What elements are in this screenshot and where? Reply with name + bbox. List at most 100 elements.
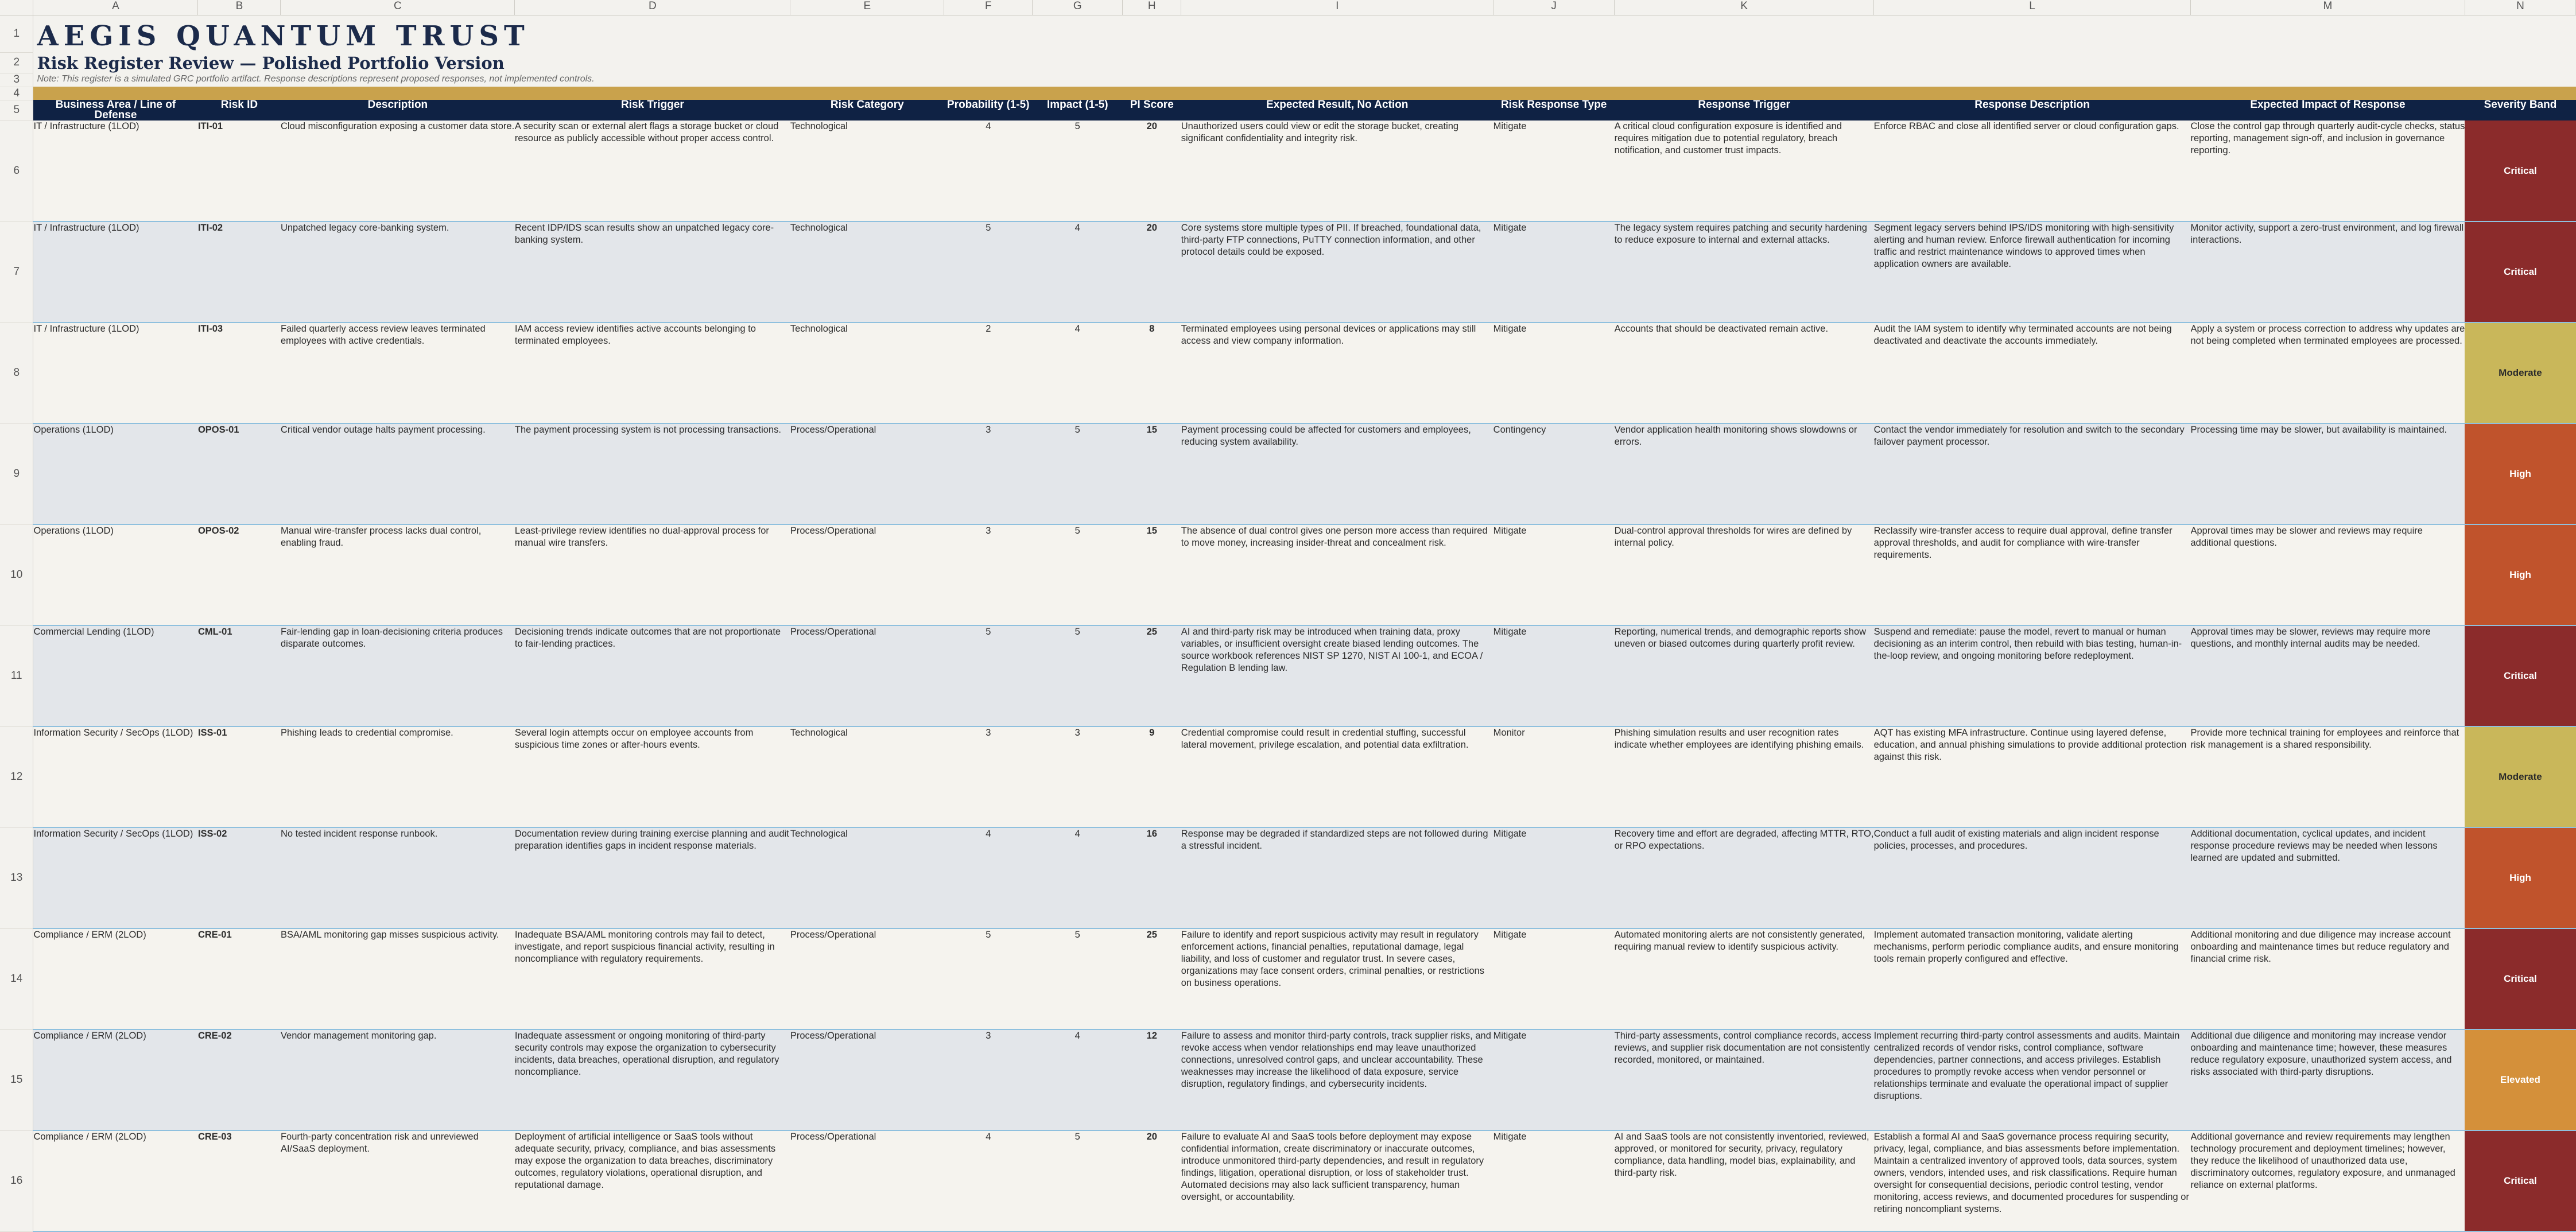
- row-number[interactable]: 5: [0, 100, 34, 121]
- row-number[interactable]: 15: [0, 1029, 34, 1131]
- row-number[interactable]: 9: [0, 423, 34, 525]
- cell-pi-score[interactable]: 20: [1122, 1130, 1181, 1232]
- header-response-trigger[interactable]: Response Trigger: [1614, 100, 1875, 121]
- cell-expected-impact[interactable]: Provide more technical training for empl…: [2190, 726, 2465, 828]
- cell-expected-impact[interactable]: Additional monitoring and due diligence …: [2190, 928, 2465, 1030]
- cell-response-type[interactable]: Mitigate: [1493, 524, 1615, 626]
- cell-impact[interactable]: 4: [1032, 1029, 1123, 1131]
- cell-response-type[interactable]: Mitigate: [1493, 928, 1615, 1030]
- cell-response-trigger[interactable]: A critical cloud configuration exposure …: [1614, 121, 1874, 222]
- cell-response-description[interactable]: Conduct a full audit of existing materia…: [1873, 827, 2191, 929]
- header-expected-result[interactable]: Expected Result, No Action: [1181, 100, 1494, 121]
- cell-risk-id[interactable]: ITI-01: [197, 121, 281, 222]
- cell-expected-result[interactable]: Response may be degraded if standardized…: [1181, 827, 1493, 929]
- cell-description[interactable]: Cloud misconfiguration exposing a custom…: [280, 121, 515, 222]
- cell-expected-impact[interactable]: Approval times may be slower, reviews ma…: [2190, 625, 2465, 727]
- cell-risk-category[interactable]: Technological: [790, 726, 944, 828]
- cell-expected-result[interactable]: Failure to evaluate AI and SaaS tools be…: [1181, 1130, 1493, 1232]
- column-header-d[interactable]: D: [514, 0, 791, 15]
- cell-business-area[interactable]: Operations (1LOD): [33, 524, 198, 626]
- row-number[interactable]: 4: [0, 87, 34, 100]
- cell-response-type[interactable]: Mitigate: [1493, 121, 1615, 222]
- gold-divider-band[interactable]: [33, 87, 2576, 100]
- cell-response-trigger[interactable]: Third-party assessments, control complia…: [1614, 1029, 1874, 1131]
- cell-response-description[interactable]: Implement automated transaction monitori…: [1873, 928, 2191, 1030]
- cell-pi-score[interactable]: 15: [1122, 524, 1181, 626]
- cell-pi-score[interactable]: 25: [1122, 625, 1181, 727]
- cell-description[interactable]: Vendor management monitoring gap.: [280, 1029, 515, 1131]
- header-description[interactable]: Description: [280, 100, 515, 121]
- cell-risk-trigger[interactable]: Least-privilege review identifies no dua…: [514, 524, 790, 626]
- cell-impact[interactable]: 5: [1032, 1130, 1123, 1232]
- cell-risk-trigger[interactable]: Inadequate assessment or ongoing monitor…: [514, 1029, 790, 1131]
- cell-response-description[interactable]: Contact the vendor immediately for resol…: [1873, 423, 2191, 525]
- cell-response-trigger[interactable]: Recovery time and effort are degraded, a…: [1614, 827, 1874, 929]
- cell-impact[interactable]: 5: [1032, 625, 1123, 727]
- cell-risk-id[interactable]: OPOS-01: [197, 423, 281, 525]
- header-risk-id[interactable]: Risk ID: [197, 100, 281, 121]
- cell-risk-trigger[interactable]: Deployment of artificial intelligence or…: [514, 1130, 790, 1232]
- cell-risk-category[interactable]: Technological: [790, 322, 944, 424]
- cell-risk-category[interactable]: Process/Operational: [790, 1130, 944, 1232]
- cell-expected-result[interactable]: Payment processing could be affected for…: [1181, 423, 1493, 525]
- row-number[interactable]: 10: [0, 524, 34, 626]
- cell-description[interactable]: Failed quarterly access review leaves te…: [280, 322, 515, 424]
- cell-severity-band[interactable]: Moderate: [2465, 322, 2576, 424]
- cell-expected-impact[interactable]: Monitor activity, support a zero-trust e…: [2190, 221, 2465, 323]
- cell-expected-result[interactable]: AI and third-party risk may be introduce…: [1181, 625, 1493, 727]
- column-header-j[interactable]: J: [1493, 0, 1615, 15]
- cell-impact[interactable]: 5: [1032, 928, 1123, 1030]
- cell-response-description[interactable]: Implement recurring third-party control …: [1873, 1029, 2191, 1131]
- cell-response-type[interactable]: Contingency: [1493, 423, 1615, 525]
- cell-expected-result[interactable]: Credential compromise could result in cr…: [1181, 726, 1493, 828]
- column-header-f[interactable]: F: [944, 0, 1033, 15]
- cell-expected-result[interactable]: Terminated employees using personal devi…: [1181, 322, 1493, 424]
- cell-expected-result[interactable]: Failure to identify and report suspiciou…: [1181, 928, 1493, 1030]
- row-number[interactable]: 6: [0, 121, 34, 222]
- cell-expected-impact[interactable]: Additional governance and review require…: [2190, 1130, 2465, 1232]
- cell-business-area[interactable]: Operations (1LOD): [33, 423, 198, 525]
- cell-risk-id[interactable]: CML-01: [197, 625, 281, 727]
- cell-impact[interactable]: 5: [1032, 423, 1123, 525]
- cell-risk-category[interactable]: Process/Operational: [790, 625, 944, 727]
- cell-risk-category[interactable]: Technological: [790, 121, 944, 222]
- header-pi-score[interactable]: PI Score: [1122, 100, 1182, 121]
- row-number[interactable]: 16: [0, 1130, 34, 1232]
- row-number[interactable]: 2: [0, 52, 34, 73]
- cell-business-area[interactable]: Compliance / ERM (2LOD): [33, 928, 198, 1030]
- cell-risk-category[interactable]: Process/Operational: [790, 1029, 944, 1131]
- cell-impact[interactable]: 3: [1032, 726, 1123, 828]
- cell-risk-id[interactable]: OPOS-02: [197, 524, 281, 626]
- cell-risk-id[interactable]: ISS-02: [197, 827, 281, 929]
- header-response-type[interactable]: Risk Response Type: [1493, 100, 1615, 121]
- cell-severity-band[interactable]: Critical: [2465, 121, 2576, 222]
- header-risk-category[interactable]: Risk Category: [790, 100, 945, 121]
- cell-description[interactable]: Critical vendor outage halts payment pro…: [280, 423, 515, 525]
- cell-description[interactable]: Fair-lending gap in loan-decisioning cri…: [280, 625, 515, 727]
- cell-response-description[interactable]: Establish a formal AI and SaaS governanc…: [1873, 1130, 2191, 1232]
- cell-severity-band[interactable]: Moderate: [2465, 726, 2576, 828]
- row-number[interactable]: 13: [0, 827, 34, 929]
- cell-business-area[interactable]: Commercial Lending (1LOD): [33, 625, 198, 727]
- cell-description[interactable]: Unpatched legacy core-banking system.: [280, 221, 515, 323]
- cell-risk-trigger[interactable]: Decisioning trends indicate outcomes tha…: [514, 625, 790, 727]
- cell-response-trigger[interactable]: Phishing simulation results and user rec…: [1614, 726, 1874, 828]
- cell-probability[interactable]: 3: [944, 524, 1033, 626]
- column-header-b[interactable]: B: [197, 0, 281, 15]
- cell-expected-impact[interactable]: Apply a system or process correction to …: [2190, 322, 2465, 424]
- cell-business-area[interactable]: Compliance / ERM (2LOD): [33, 1029, 198, 1131]
- cell-description[interactable]: BSA/AML monitoring gap misses suspicious…: [280, 928, 515, 1030]
- cell-risk-trigger[interactable]: Inadequate BSA/AML monitoring controls m…: [514, 928, 790, 1030]
- cell-risk-category[interactable]: Technological: [790, 827, 944, 929]
- row-number[interactable]: 11: [0, 625, 34, 727]
- cell-description[interactable]: Manual wire-transfer process lacks dual …: [280, 524, 515, 626]
- column-header-n[interactable]: N: [2465, 0, 2576, 15]
- cell-expected-impact[interactable]: Close the control gap through quarterly …: [2190, 121, 2465, 222]
- cell-expected-impact[interactable]: Additional due diligence and monitoring …: [2190, 1029, 2465, 1131]
- cell-business-area[interactable]: Information Security / SecOps (1LOD): [33, 827, 198, 929]
- cell-risk-trigger[interactable]: Recent IDP/IDS scan results show an unpa…: [514, 221, 790, 323]
- cell-response-type[interactable]: Mitigate: [1493, 1130, 1615, 1232]
- cell-response-description[interactable]: Enforce RBAC and close all identified se…: [1873, 121, 2191, 222]
- cell-pi-score[interactable]: 16: [1122, 827, 1181, 929]
- cell-impact[interactable]: 5: [1032, 121, 1123, 222]
